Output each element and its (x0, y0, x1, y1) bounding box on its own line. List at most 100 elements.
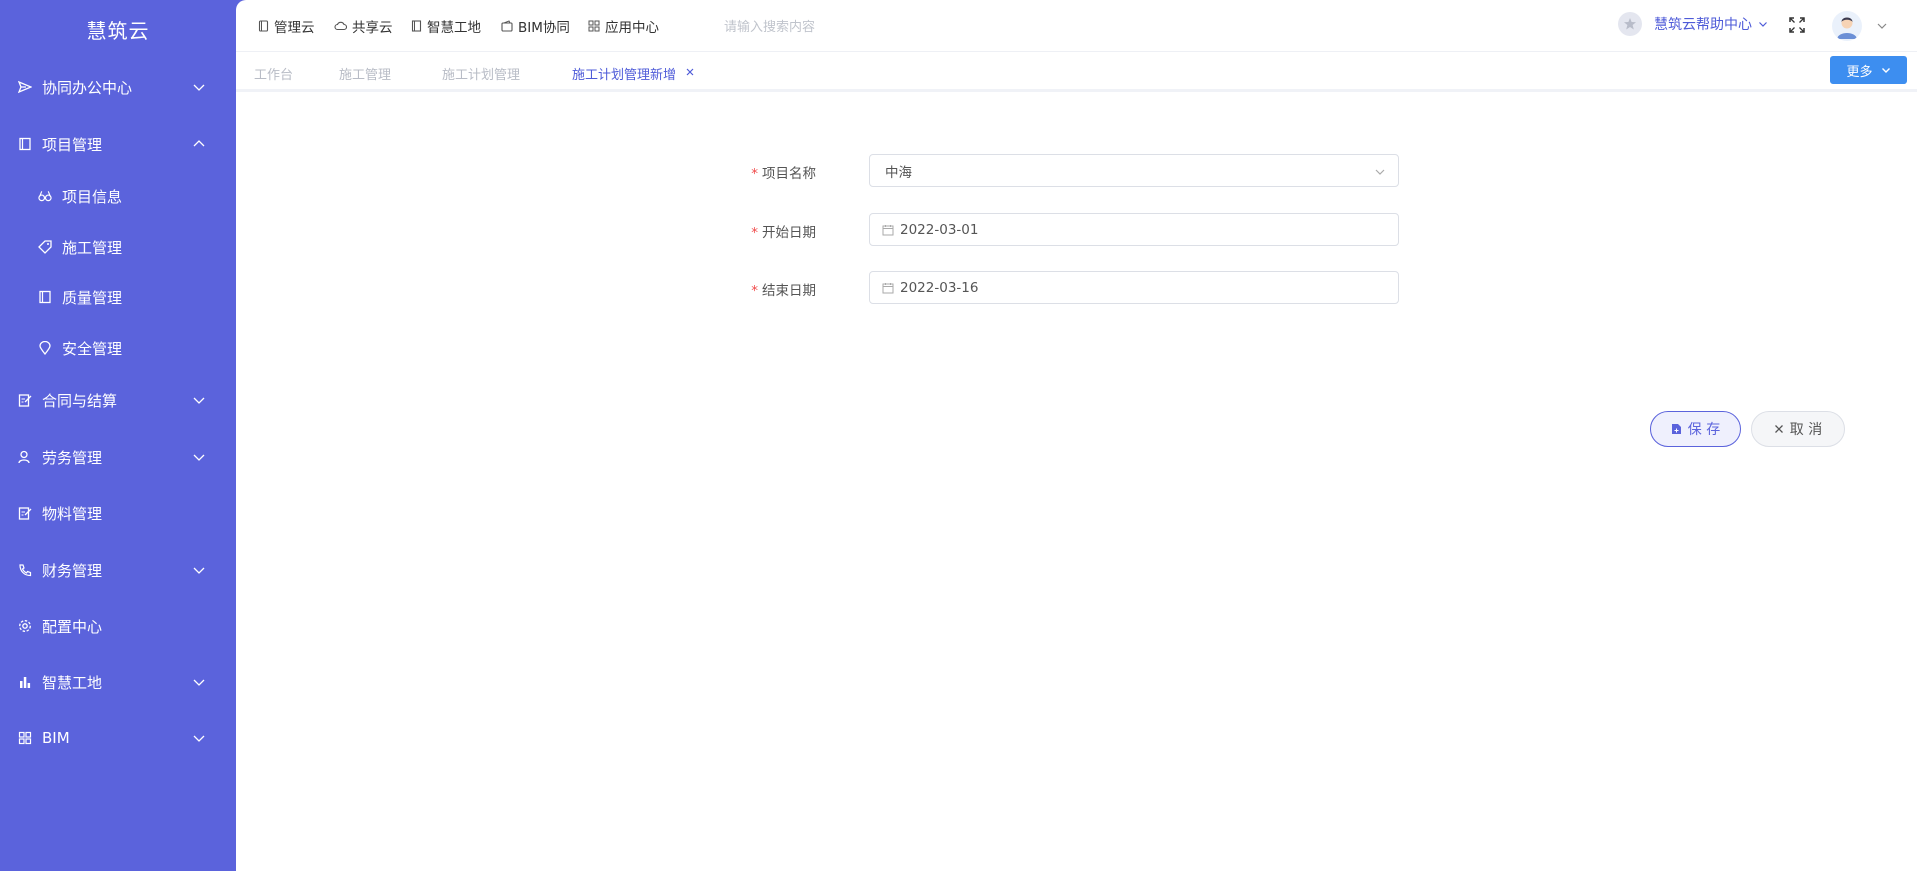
sidebar-item-smart-site[interactable]: 智慧工地 (0, 662, 236, 702)
book-icon (411, 20, 422, 32)
start-date-picker[interactable]: 2022-03-01 (869, 213, 1399, 246)
topnav-item-label: 管理云 (274, 20, 315, 36)
end-date-picker[interactable]: 2022-03-16 (869, 271, 1399, 304)
sidebar-item-label: 财务管理 (42, 561, 103, 580)
tab-construction-mgmt[interactable]: 施工管理 (339, 64, 391, 83)
project-name-label: * 项目名称 (751, 162, 816, 182)
topnav-item-app-center[interactable]: 应用中心 (588, 16, 659, 36)
sidebar-item-finance[interactable]: 财务管理 (0, 550, 236, 590)
sidebar-item-quality-mgmt[interactable]: 质量管理 (0, 277, 236, 317)
cancel-button[interactable]: 取 消 (1751, 411, 1845, 447)
search-input[interactable]: 请输入搜索内容 (724, 12, 944, 38)
user-icon (18, 450, 32, 464)
label-text: 开始日期 (762, 225, 816, 241)
tab-construction-plan[interactable]: 施工计划管理 (442, 64, 520, 83)
topnav-item-bim-collab[interactable]: BIM协同 (501, 16, 570, 36)
tag-icon (38, 240, 52, 254)
chevron-down-icon (193, 567, 205, 574)
chevron-down-icon (193, 397, 205, 404)
help-center-dropdown[interactable]: 慧筑云帮助中心 (1618, 12, 1768, 36)
close-icon (1774, 425, 1783, 433)
end-date-value: 2022-03-16 (900, 279, 979, 296)
project-name-select[interactable]: 中海 (869, 154, 1399, 187)
end-date-label: * 结束日期 (751, 279, 816, 299)
edit-icon (18, 393, 32, 407)
book-icon (18, 137, 32, 151)
help-logo-icon (1618, 12, 1642, 36)
topnav-item-mgmt-cloud[interactable]: 管理云 (258, 16, 315, 36)
chevron-down-icon (193, 735, 205, 742)
required-mark: * (751, 283, 758, 299)
start-date-value: 2022-03-01 (900, 221, 979, 238)
sidebar-item-label: 物料管理 (42, 504, 103, 523)
required-mark: * (751, 166, 758, 182)
sidebar-item-bim[interactable]: BIM (0, 718, 236, 758)
cancel-label: 取 消 (1789, 422, 1823, 438)
label-text: 结束日期 (762, 283, 816, 299)
gear-icon (18, 619, 32, 633)
user-avatar-icon (1837, 17, 1857, 39)
project-name-value: 中海 (885, 164, 912, 181)
sidebar-item-material[interactable]: 物料管理 (0, 493, 236, 533)
chevron-down-icon[interactable] (1876, 20, 1888, 32)
more-label: 更多 (1846, 64, 1873, 80)
send-icon (18, 80, 32, 94)
bar-chart-icon (18, 675, 32, 689)
sidebar-item-contract[interactable]: 合同与结算 (0, 380, 236, 420)
sidebar-item-label: 智慧工地 (42, 673, 103, 692)
chevron-up-icon (193, 140, 205, 147)
chevron-down-icon (193, 454, 205, 461)
label-text: 项目名称 (762, 166, 816, 182)
form-row-start-date: * 开始日期 2022-03-01 (236, 213, 1917, 247)
grid-icon (588, 20, 600, 32)
location-icon (38, 341, 52, 355)
save-button[interactable]: 保 存 (1650, 411, 1741, 447)
search-placeholder: 请输入搜索内容 (724, 19, 816, 35)
start-date-label: * 开始日期 (751, 221, 816, 241)
sidebar-item-project-info[interactable]: 项目信息 (0, 176, 236, 216)
chevron-down-icon (1881, 68, 1890, 73)
topnav-item-smart-site[interactable]: 智慧工地 (411, 16, 481, 36)
sidebar-item-construction-mgmt[interactable]: 施工管理 (0, 227, 236, 267)
sidebar-item-labor[interactable]: 劳务管理 (0, 437, 236, 477)
sidebar-item-label: 劳务管理 (42, 448, 103, 467)
topnav-item-label: 共享云 (352, 20, 393, 36)
help-center-label: 慧筑云帮助中心 (1654, 17, 1752, 33)
close-icon[interactable] (685, 67, 695, 77)
sidebar-item-config[interactable]: 配置中心 (0, 606, 236, 646)
cloud-icon (334, 21, 347, 31)
phone-icon (18, 563, 32, 577)
sidebar-item-label: 配置中心 (42, 617, 103, 636)
required-mark: * (751, 225, 758, 241)
chevron-down-icon (193, 84, 205, 91)
tabs-bar: 工作台 施工管理 施工计划管理 施工计划管理新增 (236, 52, 1917, 92)
fullscreen-icon[interactable] (1788, 16, 1806, 34)
chevron-down-icon (1375, 169, 1385, 175)
tab-workbench[interactable]: 工作台 (254, 64, 293, 83)
edit-icon (18, 506, 32, 520)
sidebar-item-safety-mgmt[interactable]: 安全管理 (0, 328, 236, 368)
sidebar-item-label: 质量管理 (62, 288, 123, 307)
sidebar-item-label: 项目管理 (42, 135, 103, 154)
calendar-icon (882, 224, 894, 235)
sidebar: 慧筑云 协同办公中心 项目管理 项目信息 施工管理 质量管理 安全管理 合同与结… (0, 0, 236, 871)
sidebar-item-label: BIM (42, 729, 70, 747)
topnav-item-label: BIM协同 (518, 20, 570, 36)
tab-construction-plan-add[interactable]: 施工计划管理新增 (572, 64, 676, 83)
sidebar-item-label: 施工管理 (62, 238, 123, 257)
chevron-down-icon (1759, 22, 1767, 27)
avatar[interactable] (1832, 11, 1862, 41)
sidebar-item-project-mgmt[interactable]: 项目管理 (0, 124, 236, 164)
form-row-end-date: * 结束日期 2022-03-16 (236, 271, 1917, 305)
topnav-item-share-cloud[interactable]: 共享云 (334, 16, 393, 36)
main-content: 管理云 共享云 智慧工地 BIM协同 应用中心 请输入搜索内容 慧筑云帮助中心 (236, 0, 1917, 871)
sidebar-item-label: 协同办公中心 (42, 78, 133, 97)
book-icon (38, 290, 52, 304)
document-icon (1671, 424, 1681, 434)
more-button[interactable]: 更多 (1830, 56, 1907, 84)
sidebar-item-collab-office[interactable]: 协同办公中心 (0, 67, 236, 107)
sidebar-item-label: 合同与结算 (42, 391, 118, 410)
sidebar-item-label: 安全管理 (62, 339, 123, 358)
glasses-icon (38, 189, 52, 203)
calendar-icon (882, 282, 894, 293)
